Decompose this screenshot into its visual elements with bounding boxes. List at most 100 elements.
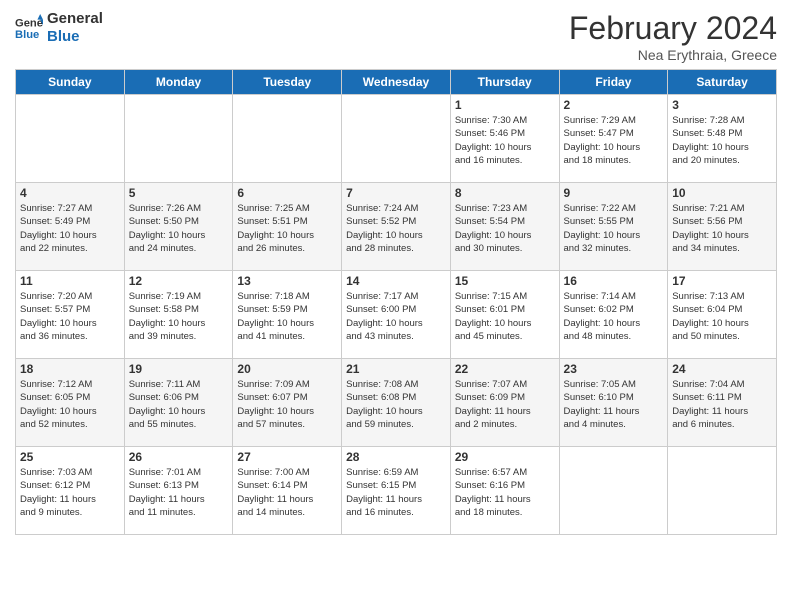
calendar-cell: 3 Sunrise: 7:28 AM Sunset: 5:48 PM Daylig… xyxy=(668,95,777,183)
calendar-cell: 15Sunrise: 7:15 AM Sunset: 6:01 PM Dayli… xyxy=(450,271,559,359)
day-number: 4 xyxy=(20,186,120,200)
calendar-cell xyxy=(668,447,777,535)
weekday-saturday: Saturday xyxy=(668,70,777,95)
calendar-table: SundayMondayTuesdayWednesdayThursdayFrid… xyxy=(15,69,777,535)
day-number: 6 xyxy=(237,186,337,200)
calendar-body: 1 Sunrise: 7:30 AM Sunset: 5:46 PM Daylig… xyxy=(16,95,777,535)
day-info: Sunrise: 7:04 AM Sunset: 6:11 PM Dayligh… xyxy=(672,378,772,431)
day-info: Sunrise: 7:07 AM Sunset: 6:09 PM Dayligh… xyxy=(455,378,555,431)
day-info: Sunrise: 7:08 AM Sunset: 6:08 PM Dayligh… xyxy=(346,378,446,431)
calendar-page: General Blue General Blue February 2024 … xyxy=(0,0,792,612)
calendar-cell: 27 Sunrise: 7:00 AM Sunset: 6:14 PM Dayli… xyxy=(233,447,342,535)
calendar-cell: 24 Sunrise: 7:04 AM Sunset: 6:11 PM Dayli… xyxy=(668,359,777,447)
calendar-cell: 17 Sunrise: 7:13 AM Sunset: 6:04 PM Dayli… xyxy=(668,271,777,359)
svg-text:Blue: Blue xyxy=(15,29,39,41)
calendar-cell: 9Sunrise: 7:22 AM Sunset: 5:55 PM Daylig… xyxy=(559,183,668,271)
day-number: 11 xyxy=(20,274,120,288)
day-number: 16 xyxy=(564,274,664,288)
calendar-cell: 29Sunrise: 6:57 AM Sunset: 6:16 PM Dayli… xyxy=(450,447,559,535)
calendar-cell: 21 Sunrise: 7:08 AM Sunset: 6:08 PM Dayli… xyxy=(342,359,451,447)
calendar-cell: 16 Sunrise: 7:14 AM Sunset: 6:02 PM Dayli… xyxy=(559,271,668,359)
calendar-cell: 11 Sunrise: 7:20 AM Sunset: 5:57 PM Dayli… xyxy=(16,271,125,359)
weekday-thursday: Thursday xyxy=(450,70,559,95)
day-number: 1 xyxy=(455,98,555,112)
day-info: Sunrise: 7:21 AM Sunset: 5:56 PM Dayligh… xyxy=(672,202,772,255)
day-info: Sunrise: 7:15 AM Sunset: 6:01 PM Dayligh… xyxy=(455,290,555,343)
calendar-cell: 25 Sunrise: 7:03 AM Sunset: 6:12 PM Dayli… xyxy=(16,447,125,535)
day-info: Sunrise: 7:19 AM Sunset: 5:58 PM Dayligh… xyxy=(129,290,229,343)
weekday-header-row: SundayMondayTuesdayWednesdayThursdayFrid… xyxy=(16,70,777,95)
weekday-friday: Friday xyxy=(559,70,668,95)
day-number: 21 xyxy=(346,362,446,376)
calendar-cell: 12 Sunrise: 7:19 AM Sunset: 5:58 PM Dayli… xyxy=(124,271,233,359)
day-number: 14 xyxy=(346,274,446,288)
day-number: 26 xyxy=(129,450,229,464)
weekday-sunday: Sunday xyxy=(16,70,125,95)
calendar-cell: 13 Sunrise: 7:18 AM Sunset: 5:59 PM Dayli… xyxy=(233,271,342,359)
calendar-cell xyxy=(559,447,668,535)
calendar-cell: 4 Sunrise: 7:27 AM Sunset: 5:49 PM Daylig… xyxy=(16,183,125,271)
calendar-cell: 10 Sunrise: 7:21 AM Sunset: 5:56 PM Dayli… xyxy=(668,183,777,271)
day-number: 13 xyxy=(237,274,337,288)
calendar-cell: 28 Sunrise: 6:59 AM Sunset: 6:15 PM Dayli… xyxy=(342,447,451,535)
header: General Blue General Blue February 2024 … xyxy=(15,10,777,63)
calendar-cell xyxy=(342,95,451,183)
week-row-1: 1 Sunrise: 7:30 AM Sunset: 5:46 PM Daylig… xyxy=(16,95,777,183)
calendar-cell: 18Sunrise: 7:12 AM Sunset: 6:05 PM Dayli… xyxy=(16,359,125,447)
calendar-cell: 20Sunrise: 7:09 AM Sunset: 6:07 PM Dayli… xyxy=(233,359,342,447)
day-info: Sunrise: 7:28 AM Sunset: 5:48 PM Dayligh… xyxy=(672,114,772,167)
day-info: Sunrise: 7:03 AM Sunset: 6:12 PM Dayligh… xyxy=(20,466,120,519)
day-info: Sunrise: 7:24 AM Sunset: 5:52 PM Dayligh… xyxy=(346,202,446,255)
logo: General Blue General Blue xyxy=(15,10,103,46)
day-number: 10 xyxy=(672,186,772,200)
week-row-4: 18Sunrise: 7:12 AM Sunset: 6:05 PM Dayli… xyxy=(16,359,777,447)
day-number: 3 xyxy=(672,98,772,112)
day-info: Sunrise: 7:00 AM Sunset: 6:14 PM Dayligh… xyxy=(237,466,337,519)
day-number: 25 xyxy=(20,450,120,464)
day-number: 29 xyxy=(455,450,555,464)
day-number: 8 xyxy=(455,186,555,200)
calendar-cell xyxy=(16,95,125,183)
calendar-cell xyxy=(124,95,233,183)
day-info: Sunrise: 7:25 AM Sunset: 5:51 PM Dayligh… xyxy=(237,202,337,255)
day-info: Sunrise: 7:30 AM Sunset: 5:46 PM Dayligh… xyxy=(455,114,555,167)
week-row-3: 11 Sunrise: 7:20 AM Sunset: 5:57 PM Dayli… xyxy=(16,271,777,359)
calendar-cell: 8 Sunrise: 7:23 AM Sunset: 5:54 PM Daylig… xyxy=(450,183,559,271)
day-info: Sunrise: 7:20 AM Sunset: 5:57 PM Dayligh… xyxy=(20,290,120,343)
day-number: 27 xyxy=(237,450,337,464)
day-info: Sunrise: 7:27 AM Sunset: 5:49 PM Dayligh… xyxy=(20,202,120,255)
day-number: 22 xyxy=(455,362,555,376)
calendar-cell: 26 Sunrise: 7:01 AM Sunset: 6:13 PM Dayli… xyxy=(124,447,233,535)
day-info: Sunrise: 7:18 AM Sunset: 5:59 PM Dayligh… xyxy=(237,290,337,343)
day-info: Sunrise: 7:22 AM Sunset: 5:55 PM Dayligh… xyxy=(564,202,664,255)
day-info: Sunrise: 7:23 AM Sunset: 5:54 PM Dayligh… xyxy=(455,202,555,255)
day-number: 12 xyxy=(129,274,229,288)
logo-general: General xyxy=(47,10,103,28)
day-info: Sunrise: 7:05 AM Sunset: 6:10 PM Dayligh… xyxy=(564,378,664,431)
day-number: 23 xyxy=(564,362,664,376)
day-info: Sunrise: 7:01 AM Sunset: 6:13 PM Dayligh… xyxy=(129,466,229,519)
day-number: 28 xyxy=(346,450,446,464)
logo-blue: Blue xyxy=(47,28,103,46)
day-info: Sunrise: 7:17 AM Sunset: 6:00 PM Dayligh… xyxy=(346,290,446,343)
day-info: Sunrise: 7:11 AM Sunset: 6:06 PM Dayligh… xyxy=(129,378,229,431)
calendar-cell: 2Sunrise: 7:29 AM Sunset: 5:47 PM Daylig… xyxy=(559,95,668,183)
weekday-wednesday: Wednesday xyxy=(342,70,451,95)
day-info: Sunrise: 6:59 AM Sunset: 6:15 PM Dayligh… xyxy=(346,466,446,519)
day-number: 18 xyxy=(20,362,120,376)
day-number: 20 xyxy=(237,362,337,376)
calendar-cell: 22 Sunrise: 7:07 AM Sunset: 6:09 PM Dayli… xyxy=(450,359,559,447)
title-section: February 2024 Nea Erythraia, Greece xyxy=(569,10,777,63)
day-number: 7 xyxy=(346,186,446,200)
calendar-cell: 7 Sunrise: 7:24 AM Sunset: 5:52 PM Daylig… xyxy=(342,183,451,271)
day-info: Sunrise: 7:13 AM Sunset: 6:04 PM Dayligh… xyxy=(672,290,772,343)
day-info: Sunrise: 7:14 AM Sunset: 6:02 PM Dayligh… xyxy=(564,290,664,343)
logo-icon: General Blue xyxy=(15,14,43,42)
calendar-cell: 14 Sunrise: 7:17 AM Sunset: 6:00 PM Dayli… xyxy=(342,271,451,359)
day-number: 19 xyxy=(129,362,229,376)
day-number: 17 xyxy=(672,274,772,288)
location-subtitle: Nea Erythraia, Greece xyxy=(569,47,777,63)
calendar-cell: 19 Sunrise: 7:11 AM Sunset: 6:06 PM Dayli… xyxy=(124,359,233,447)
day-number: 24 xyxy=(672,362,772,376)
calendar-cell: 6 Sunrise: 7:25 AM Sunset: 5:51 PM Daylig… xyxy=(233,183,342,271)
